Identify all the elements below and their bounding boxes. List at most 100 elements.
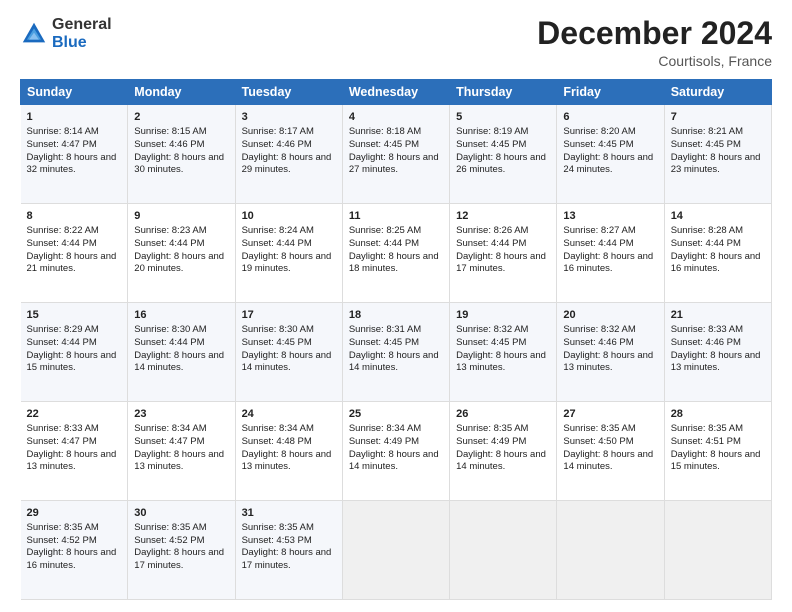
daylight-label: Daylight: 8 hours and 13 minutes.	[27, 449, 117, 473]
sunset-label: Sunset: 4:47 PM	[134, 436, 204, 447]
sunset-label: Sunset: 4:49 PM	[456, 436, 526, 447]
sunrise-label: Sunrise: 8:18 AM	[349, 126, 421, 137]
calendar-header-wednesday: Wednesday	[342, 80, 449, 105]
calendar-cell: 9 Sunrise: 8:23 AM Sunset: 4:44 PM Dayli…	[128, 204, 235, 303]
daylight-label: Daylight: 8 hours and 14 minutes.	[134, 350, 224, 374]
calendar-cell: 2 Sunrise: 8:15 AM Sunset: 4:46 PM Dayli…	[128, 105, 235, 204]
day-number: 22	[27, 407, 122, 422]
calendar-cell: 24 Sunrise: 8:34 AM Sunset: 4:48 PM Dayl…	[235, 402, 342, 501]
sunset-label: Sunset: 4:45 PM	[563, 139, 633, 150]
day-number: 31	[242, 506, 336, 521]
calendar-header-friday: Friday	[557, 80, 664, 105]
generalblue-logo-icon	[20, 20, 48, 48]
calendar-cell: 13 Sunrise: 8:27 AM Sunset: 4:44 PM Dayl…	[557, 204, 664, 303]
calendar-header-saturday: Saturday	[664, 80, 771, 105]
daylight-label: Daylight: 8 hours and 16 minutes.	[671, 251, 761, 275]
day-number: 3	[242, 110, 336, 125]
sunset-label: Sunset: 4:44 PM	[27, 337, 97, 348]
sunrise-label: Sunrise: 8:34 AM	[242, 423, 314, 434]
calendar-cell: 29 Sunrise: 8:35 AM Sunset: 4:52 PM Dayl…	[21, 501, 128, 600]
daylight-label: Daylight: 8 hours and 16 minutes.	[27, 547, 117, 571]
calendar-cell: 7 Sunrise: 8:21 AM Sunset: 4:45 PM Dayli…	[664, 105, 771, 204]
daylight-label: Daylight: 8 hours and 23 minutes.	[671, 152, 761, 176]
sunrise-label: Sunrise: 8:35 AM	[27, 522, 99, 533]
sunrise-label: Sunrise: 8:31 AM	[349, 324, 421, 335]
sunrise-label: Sunrise: 8:33 AM	[671, 324, 743, 335]
sunrise-label: Sunrise: 8:21 AM	[671, 126, 743, 137]
day-number: 11	[349, 209, 443, 224]
day-number: 13	[563, 209, 657, 224]
daylight-label: Daylight: 8 hours and 17 minutes.	[242, 547, 332, 571]
logo-blue: Blue	[52, 34, 87, 51]
calendar-cell: 21 Sunrise: 8:33 AM Sunset: 4:46 PM Dayl…	[664, 303, 771, 402]
sunrise-label: Sunrise: 8:17 AM	[242, 126, 314, 137]
calendar-cell: 18 Sunrise: 8:31 AM Sunset: 4:45 PM Dayl…	[342, 303, 449, 402]
sunrise-label: Sunrise: 8:29 AM	[27, 324, 99, 335]
calendar-cell: 31 Sunrise: 8:35 AM Sunset: 4:53 PM Dayl…	[235, 501, 342, 600]
sunrise-label: Sunrise: 8:27 AM	[563, 225, 635, 236]
day-number: 18	[349, 308, 443, 323]
calendar-table: SundayMondayTuesdayWednesdayThursdayFrid…	[20, 79, 772, 600]
sunset-label: Sunset: 4:51 PM	[671, 436, 741, 447]
page: General Blue December 2024 Courtisols, F…	[0, 0, 792, 612]
calendar-header-row: SundayMondayTuesdayWednesdayThursdayFrid…	[21, 80, 772, 105]
sunset-label: Sunset: 4:45 PM	[456, 139, 526, 150]
sunset-label: Sunset: 4:45 PM	[456, 337, 526, 348]
day-number: 21	[671, 308, 765, 323]
day-number: 19	[456, 308, 550, 323]
sunrise-label: Sunrise: 8:30 AM	[242, 324, 314, 335]
sunset-label: Sunset: 4:45 PM	[671, 139, 741, 150]
sunrise-label: Sunrise: 8:35 AM	[671, 423, 743, 434]
sunrise-label: Sunrise: 8:20 AM	[563, 126, 635, 137]
daylight-label: Daylight: 8 hours and 13 minutes.	[563, 350, 653, 374]
calendar-cell: 25 Sunrise: 8:34 AM Sunset: 4:49 PM Dayl…	[342, 402, 449, 501]
logo: General Blue	[20, 16, 112, 51]
daylight-label: Daylight: 8 hours and 14 minutes.	[563, 449, 653, 473]
sunrise-label: Sunrise: 8:25 AM	[349, 225, 421, 236]
location: Courtisols, France	[537, 53, 772, 69]
calendar-cell: 22 Sunrise: 8:33 AM Sunset: 4:47 PM Dayl…	[21, 402, 128, 501]
calendar-cell: 28 Sunrise: 8:35 AM Sunset: 4:51 PM Dayl…	[664, 402, 771, 501]
daylight-label: Daylight: 8 hours and 32 minutes.	[27, 152, 117, 176]
sunset-label: Sunset: 4:45 PM	[349, 337, 419, 348]
logo-text: General Blue	[52, 16, 112, 51]
calendar-cell	[450, 501, 557, 600]
day-number: 10	[242, 209, 336, 224]
day-number: 24	[242, 407, 336, 422]
daylight-label: Daylight: 8 hours and 14 minutes.	[349, 449, 439, 473]
calendar-cell: 5 Sunrise: 8:19 AM Sunset: 4:45 PM Dayli…	[450, 105, 557, 204]
calendar-week-4: 22 Sunrise: 8:33 AM Sunset: 4:47 PM Dayl…	[21, 402, 772, 501]
sunrise-label: Sunrise: 8:35 AM	[242, 522, 314, 533]
calendar-cell: 19 Sunrise: 8:32 AM Sunset: 4:45 PM Dayl…	[450, 303, 557, 402]
sunrise-label: Sunrise: 8:23 AM	[134, 225, 206, 236]
sunset-label: Sunset: 4:45 PM	[242, 337, 312, 348]
sunset-label: Sunset: 4:48 PM	[242, 436, 312, 447]
calendar-cell: 12 Sunrise: 8:26 AM Sunset: 4:44 PM Dayl…	[450, 204, 557, 303]
calendar-cell: 16 Sunrise: 8:30 AM Sunset: 4:44 PM Dayl…	[128, 303, 235, 402]
sunset-label: Sunset: 4:44 PM	[349, 238, 419, 249]
calendar-cell: 11 Sunrise: 8:25 AM Sunset: 4:44 PM Dayl…	[342, 204, 449, 303]
header: General Blue December 2024 Courtisols, F…	[20, 16, 772, 69]
sunset-label: Sunset: 4:46 PM	[134, 139, 204, 150]
day-number: 25	[349, 407, 443, 422]
day-number: 29	[27, 506, 122, 521]
calendar-cell: 8 Sunrise: 8:22 AM Sunset: 4:44 PM Dayli…	[21, 204, 128, 303]
daylight-label: Daylight: 8 hours and 16 minutes.	[563, 251, 653, 275]
calendar-cell: 1 Sunrise: 8:14 AM Sunset: 4:47 PM Dayli…	[21, 105, 128, 204]
sunrise-label: Sunrise: 8:22 AM	[27, 225, 99, 236]
sunset-label: Sunset: 4:47 PM	[27, 139, 97, 150]
sunset-label: Sunset: 4:52 PM	[134, 535, 204, 546]
sunset-label: Sunset: 4:44 PM	[134, 238, 204, 249]
day-number: 15	[27, 308, 122, 323]
day-number: 30	[134, 506, 228, 521]
calendar-cell: 3 Sunrise: 8:17 AM Sunset: 4:46 PM Dayli…	[235, 105, 342, 204]
sunset-label: Sunset: 4:52 PM	[27, 535, 97, 546]
daylight-label: Daylight: 8 hours and 13 minutes.	[242, 449, 332, 473]
sunset-label: Sunset: 4:46 PM	[242, 139, 312, 150]
sunset-label: Sunset: 4:44 PM	[134, 337, 204, 348]
day-number: 9	[134, 209, 228, 224]
calendar-header-monday: Monday	[128, 80, 235, 105]
sunrise-label: Sunrise: 8:26 AM	[456, 225, 528, 236]
day-number: 6	[563, 110, 657, 125]
calendar-week-2: 8 Sunrise: 8:22 AM Sunset: 4:44 PM Dayli…	[21, 204, 772, 303]
